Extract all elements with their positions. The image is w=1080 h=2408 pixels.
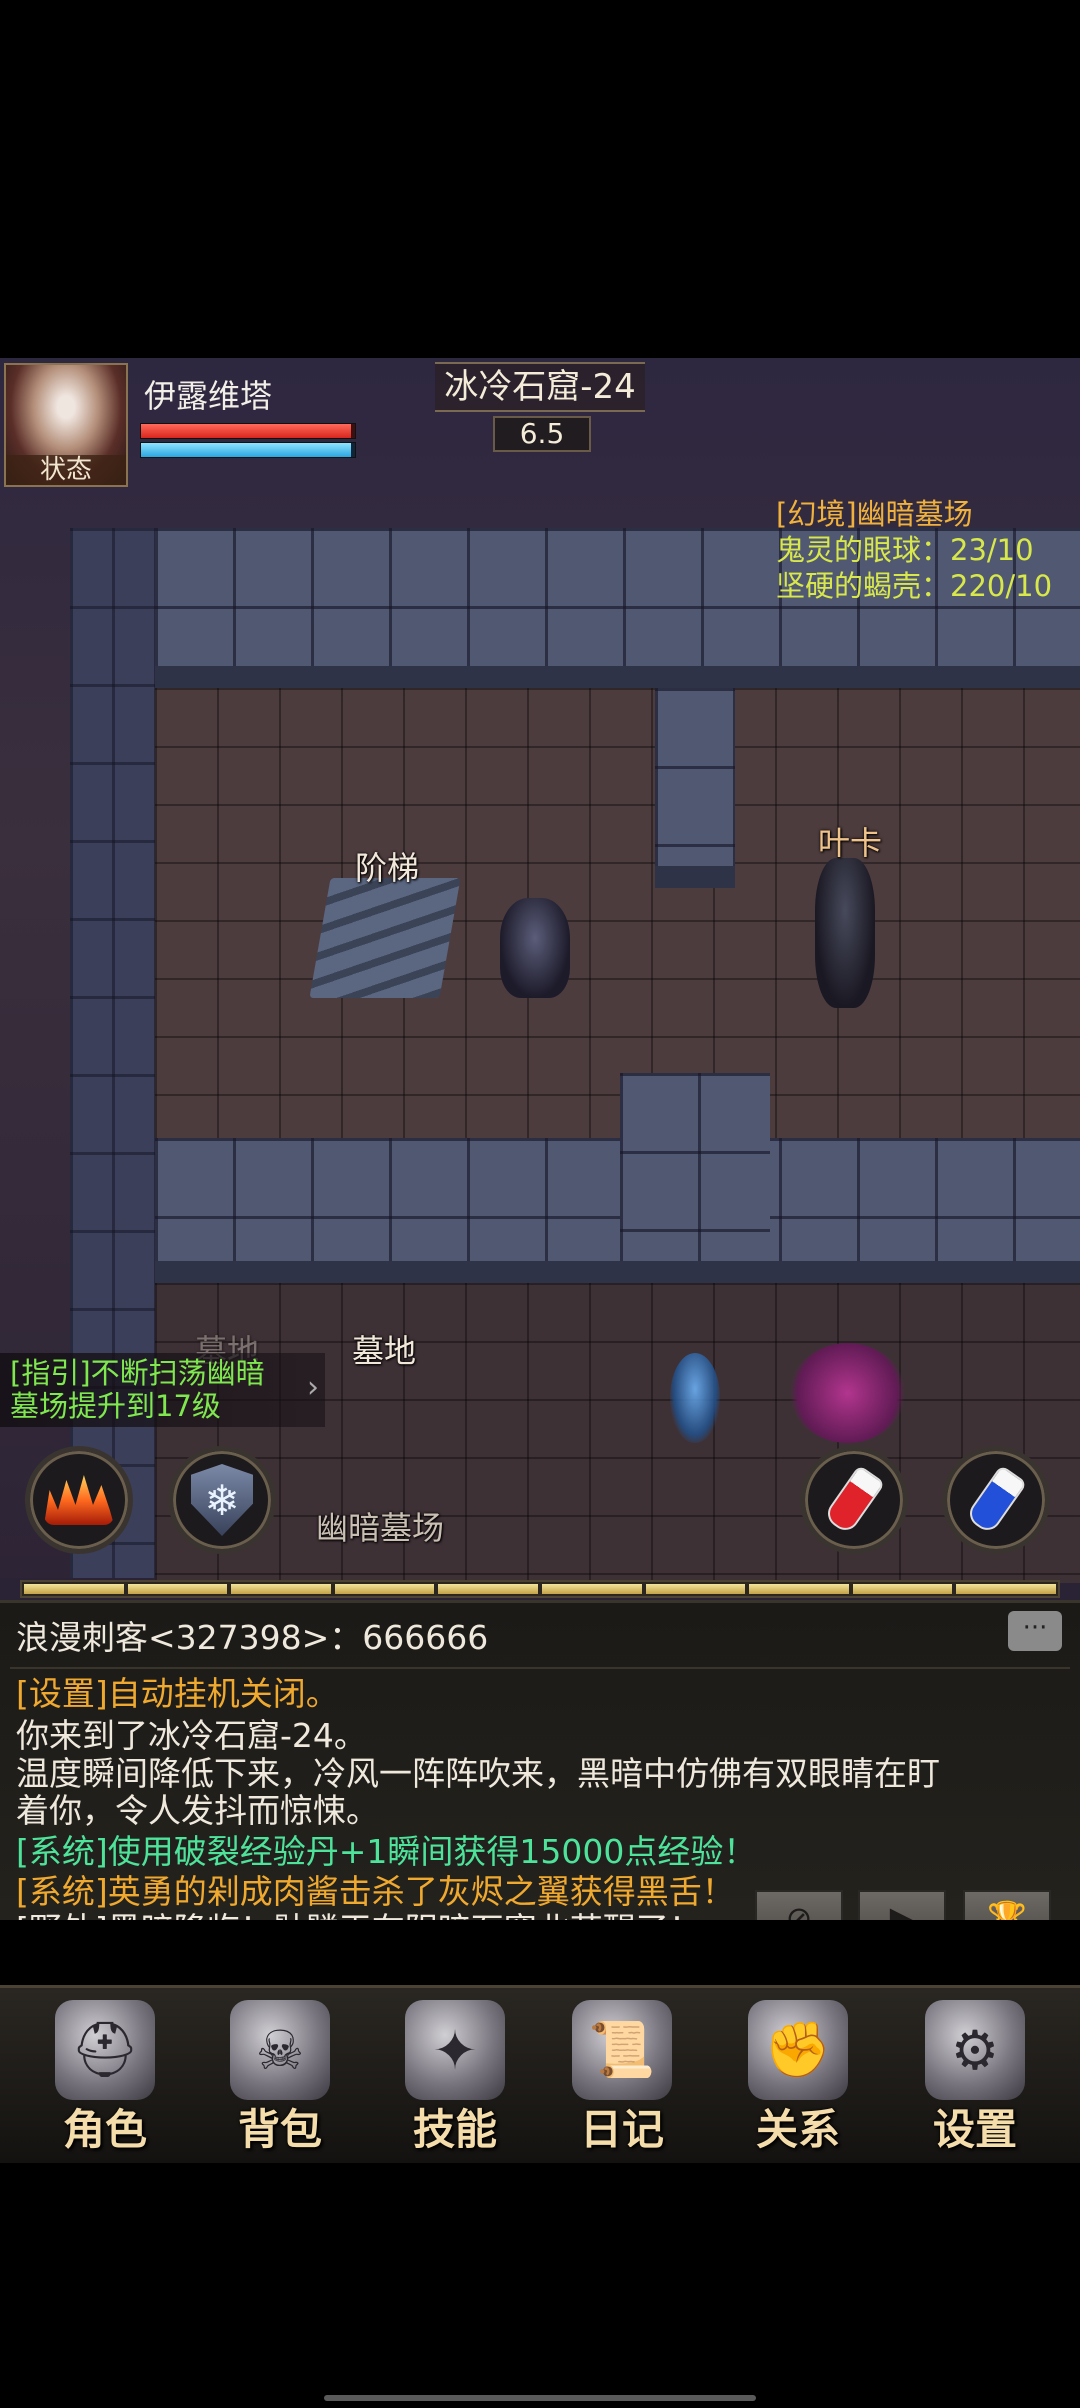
skill-book-icon: ✦: [405, 2000, 505, 2100]
world-chat-message: 浪漫刺客<327398>：666666: [16, 1618, 489, 1657]
play-button[interactable]: ▶: [858, 1890, 946, 1920]
handshake-icon: ✊: [748, 2000, 848, 2100]
blue-potion-icon: [964, 1464, 1028, 1536]
chat-message: 着你，令人发抖而惊悚。: [16, 1791, 379, 1830]
game-screen: 阶梯 叶卡 墓地 墓地 幽暗墓场 状态 伊露维塔 冰冷石窟-24 6.5 [幻境…: [0, 358, 1080, 1920]
map-level: 6.5: [493, 416, 591, 452]
hp-bar: [140, 423, 356, 439]
compass-icon: ⊘: [785, 1899, 813, 1920]
guide-text-line1: [指引]不断扫荡幽暗: [10, 1356, 265, 1390]
quest-item: 鬼灵的眼球：23/10: [776, 533, 1034, 567]
chevron-right-icon: ›: [307, 1370, 319, 1405]
dark-graveyard-label[interactable]: 幽暗墓场: [316, 1503, 444, 1549]
exp-segment: [852, 1584, 953, 1594]
experience-bar: [20, 1580, 1060, 1598]
quest-title: [幻境]幽暗墓场: [776, 497, 973, 531]
scroll-icon: 📜: [572, 2000, 672, 2100]
player-character: [500, 898, 570, 998]
exp-segment: [956, 1584, 1056, 1594]
exp-segment: [438, 1584, 538, 1594]
frost-shield-skill-button[interactable]: ❄: [168, 1446, 276, 1554]
nav-label: 角色: [62, 2105, 147, 2154]
purple-bush: [790, 1343, 905, 1443]
exp-segment: [334, 1584, 435, 1594]
trophy-button[interactable]: 🏆: [963, 1890, 1051, 1920]
bottom-navigation: ⛑ 角色 ☠ 背包 ✦ 技能 📜 日记 ✊ 关系 ⚙ 设置: [0, 1985, 1080, 2163]
play-icon: ▶: [889, 1899, 915, 1920]
chat-panel[interactable]: 浪漫刺客<327398>：666666 ··· [设置]自动挂机关闭。 你来到了…: [0, 1600, 1080, 1920]
guide-banner[interactable]: [指引]不断扫荡幽暗 墓场提升到17级 ›: [0, 1353, 325, 1427]
nav-label: 关系: [755, 2105, 840, 2154]
quest-tracker[interactable]: [幻境]幽暗墓场 鬼灵的眼球：23/10 坚硬的蝎壳：220/10: [776, 496, 1052, 604]
nav-label: 设置: [932, 2105, 1017, 2154]
player-avatar[interactable]: 状态: [4, 363, 128, 487]
helmet-icon: ⛑: [55, 2000, 155, 2100]
middle-pillar: [620, 1073, 770, 1283]
fire-skill-button[interactable]: [25, 1446, 133, 1554]
chat-message: [系统]使用破裂经验丹+1瞬间获得15000点经验！: [16, 1832, 757, 1871]
nav-relations[interactable]: ✊ 关系: [713, 1988, 883, 2163]
gear-icon: ⚙: [925, 2000, 1025, 2100]
compass-button[interactable]: ⊘: [755, 1890, 843, 1920]
chat-message: 你来到了冰冷石窟-24。: [16, 1716, 367, 1755]
chat-message: [设置]自动挂机关闭。: [16, 1674, 339, 1713]
home-indicator[interactable]: [324, 2395, 756, 2401]
nav-settings[interactable]: ⚙ 设置: [890, 1988, 1060, 2163]
hp-fill: [141, 424, 351, 438]
exp-segment: [231, 1584, 331, 1594]
npc-yeka[interactable]: [815, 858, 875, 1008]
npc-name-label: 叶卡: [818, 824, 883, 862]
chat-message: 温度瞬间降低下来，冷风一阵阵吹来，黑暗中仿佛有双眼睛在盯: [16, 1754, 940, 1793]
stairs-label: 阶梯: [355, 849, 420, 887]
nav-backpack[interactable]: ☠ 背包: [195, 1988, 365, 2163]
exp-segment: [749, 1584, 849, 1594]
frost-shield-icon: ❄: [191, 1464, 253, 1536]
dungeon-floor-lower: [155, 1283, 1080, 1583]
blue-potion-button[interactable]: [942, 1446, 1050, 1554]
nav-skills[interactable]: ✦ 技能: [370, 1988, 540, 2163]
pillar-wall: [655, 688, 735, 888]
quest-item: 坚硬的蝎壳：220/10: [776, 569, 1053, 603]
exp-segment: [645, 1584, 746, 1594]
fire-icon: [44, 1475, 114, 1525]
nav-label: 背包: [237, 2105, 322, 2154]
divider: [10, 1667, 1070, 1669]
status-label: 状态: [6, 455, 126, 485]
nav-character[interactable]: ⛑ 角色: [20, 1988, 190, 2163]
trophy-icon: 🏆: [987, 1899, 1027, 1920]
backpack-icon: ☠: [230, 2000, 330, 2100]
guide-text-line2: 墓场提升到17级: [10, 1389, 221, 1423]
chat-bubble-icon[interactable]: ···: [1008, 1611, 1062, 1651]
ghost-monster[interactable]: [670, 1353, 720, 1443]
dungeon-floor: [155, 688, 1080, 1138]
mp-bar: [140, 442, 356, 458]
red-potion-button[interactable]: [800, 1446, 908, 1554]
chat-message: [系统]英勇的剁成肉酱击杀了灰烬之翼获得黑舌！: [16, 1872, 735, 1911]
snowflake-icon: ❄: [204, 1475, 240, 1525]
map-name: 冰冷石窟-24: [435, 362, 645, 412]
exp-segment: [127, 1584, 228, 1594]
nav-diary[interactable]: 📜 日记: [537, 1988, 707, 2163]
middle-wall: [155, 1138, 1080, 1283]
graveyard-label[interactable]: 墓地: [352, 1326, 416, 1372]
chat-message: [野外]黑暗降临！骷髅王在阴暗石窟北苏醒了！: [16, 1911, 702, 1920]
stairs[interactable]: [309, 878, 461, 998]
nav-label: 技能: [412, 2105, 497, 2154]
exp-segment: [541, 1584, 642, 1594]
exp-segment: [24, 1584, 124, 1594]
nav-label: 日记: [579, 2105, 664, 2154]
red-potion-icon: [822, 1464, 886, 1536]
mp-fill: [141, 443, 351, 457]
player-name: 伊露维塔: [144, 377, 273, 415]
